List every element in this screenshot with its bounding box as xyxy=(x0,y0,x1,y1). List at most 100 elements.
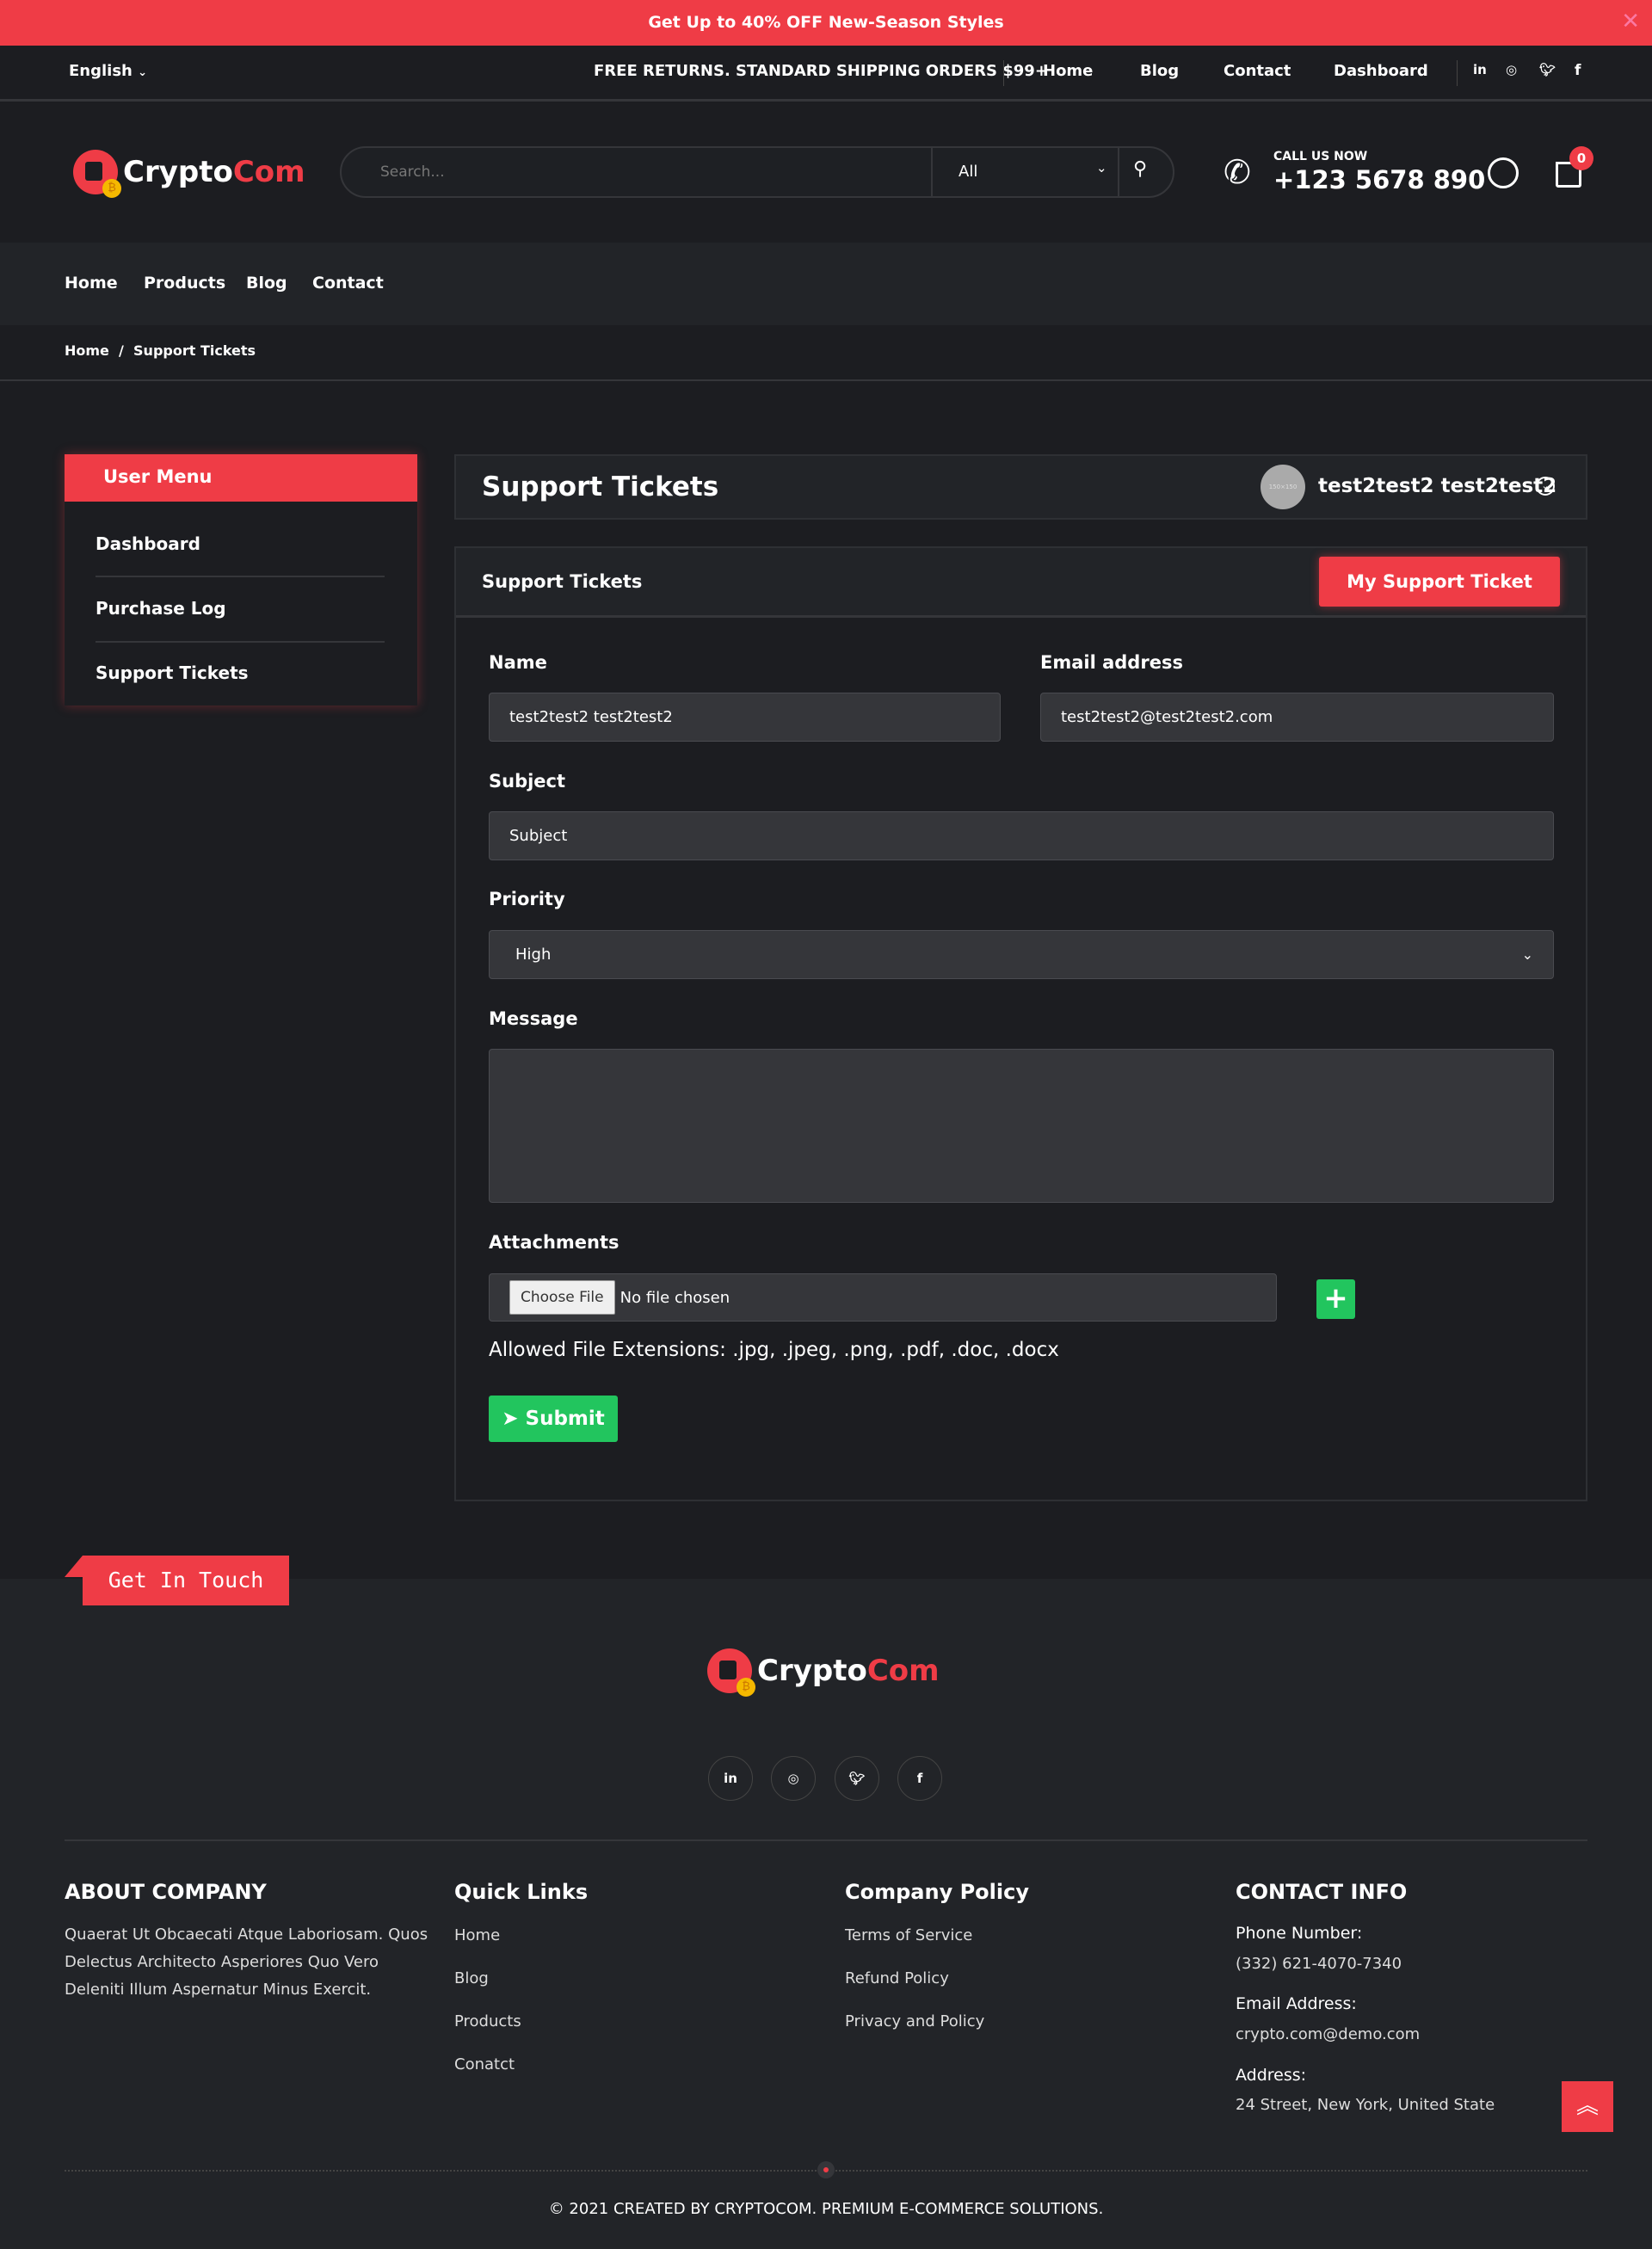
divider xyxy=(1457,60,1458,86)
priority-value: High xyxy=(515,946,552,964)
divider xyxy=(96,641,385,643)
footer-link-products[interactable]: Products xyxy=(454,2012,521,2030)
top-link-contact[interactable]: Contact xyxy=(1224,62,1291,80)
footer-link-home[interactable]: Home xyxy=(454,1926,500,1944)
paper-plane-icon: ➤ xyxy=(502,1408,519,1430)
category-select[interactable]: All ⌄ xyxy=(933,148,1118,196)
divider xyxy=(65,1839,1587,1841)
language-select[interactable]: English ⌄ xyxy=(69,62,147,80)
footer-link-terms[interactable]: Terms of Service xyxy=(845,1926,972,1944)
logo-accent: Com xyxy=(232,155,305,189)
quick-links-title: Quick Links xyxy=(454,1880,589,1904)
footer-link-privacy[interactable]: Privacy and Policy xyxy=(845,2012,984,2030)
sidebar-item-purchase-log[interactable]: Purchase Log xyxy=(96,598,226,619)
user-menu-title: User Menu xyxy=(65,454,417,502)
shipping-promo: FREE RETURNS. STANDARD SHIPPING ORDERS $… xyxy=(594,62,1048,80)
twitter-icon[interactable]: 🐦︎ xyxy=(835,1756,879,1801)
avatar[interactable]: 150×150 xyxy=(1261,465,1305,509)
user-menu: User Menu Dashboard Purchase Log Support… xyxy=(65,454,417,706)
search-icon[interactable]: ⚲ xyxy=(1133,158,1147,180)
logo-accent: Com xyxy=(866,1654,940,1688)
about-text: Delectus Architecto Asperiores Quo Vero xyxy=(65,1953,379,1971)
priority-select[interactable]: High ⌄ xyxy=(489,930,1554,979)
breadcrumb-sep: / xyxy=(119,342,124,359)
search-bar: All ⌄ ⚲ xyxy=(340,146,1174,198)
top-bar: English ⌄ FREE RETURNS. STANDARD SHIPPIN… xyxy=(0,46,1652,102)
chevron-down-icon[interactable]: ⌄ xyxy=(1536,477,1555,496)
facebook-icon[interactable]: f xyxy=(1575,62,1581,79)
name-field[interactable]: test2test2 test2test2 xyxy=(489,693,1001,742)
chevron-down-icon: ⌄ xyxy=(138,66,148,79)
instagram-icon[interactable]: ◎ xyxy=(1506,62,1517,77)
sidebar-item-dashboard[interactable]: Dashboard xyxy=(96,533,200,554)
phone-label: Phone Number: xyxy=(1236,1924,1363,1943)
email-label: Email address xyxy=(1040,652,1183,673)
promo-text: Get Up to 40% OFF New-Season Styles xyxy=(648,13,1004,32)
priority-label: Priority xyxy=(489,889,565,909)
logo-text: Crypto xyxy=(757,1654,867,1688)
cart-badge: 0 xyxy=(1569,146,1593,170)
logo[interactable]: CryptoCom xyxy=(73,150,305,198)
logo-text: Crypto xyxy=(123,155,233,189)
top-link-home[interactable]: Home xyxy=(1043,62,1093,80)
search-input[interactable] xyxy=(380,163,897,181)
user-name[interactable]: test2test2 test2test2 xyxy=(1318,475,1556,497)
email-field[interactable]: test2test2@test2test2.com xyxy=(1040,693,1554,742)
instagram-icon[interactable]: ◎ xyxy=(771,1756,816,1801)
add-attachment-button[interactable]: + xyxy=(1316,1279,1355,1319)
bag-icon xyxy=(73,150,121,198)
submit-button[interactable]: ➤ Submit xyxy=(489,1396,618,1442)
nav-home[interactable]: Home xyxy=(65,274,118,293)
user-icon[interactable] xyxy=(1488,157,1519,188)
message-textarea[interactable] xyxy=(489,1049,1554,1203)
footer-link-refund[interactable]: Refund Policy xyxy=(845,1969,949,1987)
sidebar-item-support-tickets[interactable]: Support Tickets xyxy=(96,662,249,683)
contact-title: CONTACT INFO xyxy=(1236,1880,1408,1904)
form-title: Support Tickets xyxy=(482,571,643,592)
top-link-dashboard[interactable]: Dashboard xyxy=(1334,62,1428,80)
back-to-top-button[interactable]: ︽ xyxy=(1562,2081,1613,2132)
my-support-ticket-button[interactable]: My Support Ticket xyxy=(1319,557,1560,607)
divider xyxy=(1003,60,1004,86)
copyright: © 2021 CREATED BY CRYPTOCOM. PREMIUM E-C… xyxy=(548,2200,1104,2218)
name-value: test2test2 test2test2 xyxy=(509,708,673,726)
linkedin-icon[interactable]: in xyxy=(708,1756,753,1801)
address-label: Address: xyxy=(1236,2066,1307,2085)
phone-icon: ✆ xyxy=(1224,153,1251,191)
chevron-down-icon: ⌄ xyxy=(1096,160,1107,176)
choose-file-button[interactable]: Choose File xyxy=(509,1280,615,1315)
close-icon[interactable]: ✕ xyxy=(1621,9,1640,34)
twitter-icon[interactable]: 🐦︎ xyxy=(1539,62,1556,77)
phone-number[interactable]: +123 5678 890 xyxy=(1273,165,1485,194)
subject-field[interactable]: Subject xyxy=(489,811,1554,860)
nav-blog[interactable]: Blog xyxy=(246,274,287,293)
chevron-down-icon: ⌄ xyxy=(1521,946,1533,963)
about-title: ABOUT COMPANY xyxy=(65,1880,267,1904)
about-text: Quaerat Ut Obcaecati Atque Laboriosam. Q… xyxy=(65,1926,428,1944)
chevron-up-icon: ︽ xyxy=(1575,2093,1599,2119)
category-value: All xyxy=(959,163,978,181)
promo-banner: Get Up to 40% OFF New-Season Styles xyxy=(0,0,1652,46)
top-link-blog[interactable]: Blog xyxy=(1140,62,1179,80)
file-input[interactable]: Choose File No file chosen xyxy=(489,1273,1277,1322)
tab-fold xyxy=(65,1556,83,1577)
divider-dot xyxy=(817,2161,835,2178)
plus-icon: + xyxy=(1323,1281,1348,1316)
name-label: Name xyxy=(489,652,547,673)
breadcrumb-home[interactable]: Home xyxy=(65,342,109,359)
file-status: No file chosen xyxy=(620,1288,730,1307)
footer-link-contact[interactable]: Conatct xyxy=(454,2055,515,2073)
get-in-touch-tab: Get In Touch xyxy=(83,1556,289,1605)
message-label: Message xyxy=(489,1008,578,1029)
email-label: Email Address: xyxy=(1236,1994,1357,2013)
footer-link-blog[interactable]: Blog xyxy=(454,1969,489,1987)
footer-logo[interactable]: CryptoCom xyxy=(707,1648,940,1697)
linkedin-icon[interactable]: in xyxy=(1473,62,1487,77)
form-header: Support Tickets My Support Ticket xyxy=(456,548,1586,618)
breadcrumb-current: Support Tickets xyxy=(133,342,256,359)
nav-contact[interactable]: Contact xyxy=(312,274,384,293)
bag-icon xyxy=(707,1648,755,1697)
language-label: English xyxy=(69,62,133,80)
nav-products[interactable]: Products xyxy=(144,274,225,293)
facebook-icon[interactable]: f xyxy=(897,1756,942,1801)
